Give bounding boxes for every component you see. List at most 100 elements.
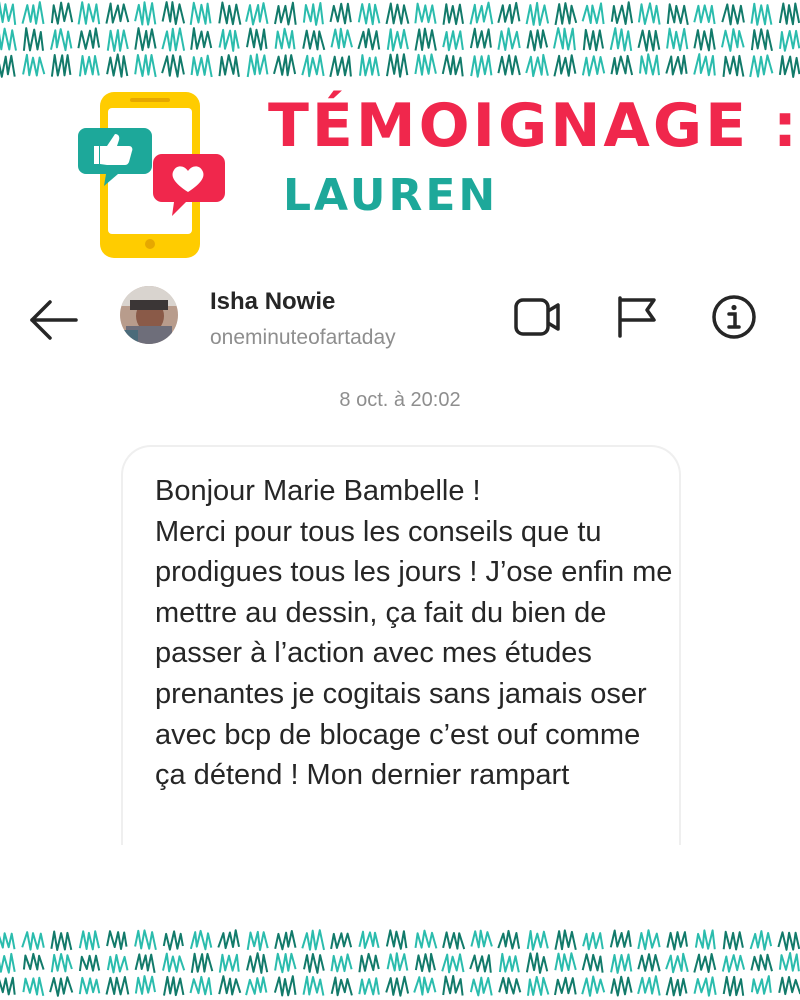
scribble-mark	[217, 929, 240, 950]
pattern-bottom-svg	[0, 929, 800, 997]
scribble-mark	[0, 976, 16, 996]
scribble-mark	[553, 54, 577, 77]
scribble-mark	[665, 54, 688, 76]
scribble-mark	[246, 53, 269, 78]
scribble-mark	[666, 27, 689, 52]
scribble-mark	[330, 932, 353, 950]
scribble-mark	[162, 930, 184, 951]
scribble-mark	[498, 976, 522, 995]
scribble-mark	[78, 930, 100, 951]
scribble-mark	[610, 953, 633, 974]
scribble-mark	[218, 28, 240, 52]
scribble-mark	[750, 953, 773, 972]
scribble-mark	[134, 929, 157, 951]
info-button[interactable]	[708, 294, 760, 340]
scribble-mark	[554, 952, 577, 972]
phone-illustration	[78, 88, 238, 268]
scribble-mark	[694, 929, 716, 950]
scribble-mark	[0, 932, 16, 950]
decorative-pattern-bottom	[0, 928, 800, 1000]
scribble-mark	[610, 975, 633, 997]
scribble-mark	[610, 54, 634, 76]
scribble-mark	[385, 929, 408, 950]
scribble-mark	[386, 53, 409, 78]
avatar[interactable]	[120, 286, 178, 344]
scribble-mark	[497, 27, 521, 51]
scribble-mark	[134, 54, 157, 78]
scribble-mark	[357, 28, 381, 51]
scribble-mark	[693, 4, 716, 25]
scribble-mark	[637, 929, 661, 951]
scribble-mark	[553, 27, 576, 51]
scribble-mark	[470, 54, 493, 78]
scribble-mark	[470, 929, 493, 949]
scribble-mark	[385, 975, 410, 997]
report-button[interactable]	[612, 294, 664, 340]
scribble-mark	[525, 1, 550, 26]
scribble-mark	[778, 2, 800, 26]
page-subtitle: LAUREN	[283, 170, 499, 221]
scribble-mark	[413, 976, 437, 996]
scribble-mark	[105, 976, 130, 996]
scribble-mark	[779, 29, 800, 52]
video-call-button[interactable]	[512, 294, 564, 340]
message-bubble[interactable]: Bonjour Marie Bambelle ! Merci pour tous…	[121, 445, 681, 865]
scribble-mark	[722, 54, 745, 78]
scribble-mark	[554, 976, 577, 996]
scribble-mark	[134, 953, 156, 973]
scribble-mark	[469, 1, 494, 25]
scribble-mark	[218, 953, 240, 973]
scribble-mark	[637, 975, 661, 996]
scribble-mark	[273, 54, 297, 77]
scribble-mark	[778, 952, 800, 972]
decorative-pattern-top	[0, 0, 800, 82]
scribble-mark	[442, 975, 464, 996]
scribble-mark	[21, 931, 45, 951]
scribble-mark	[302, 2, 324, 26]
scribble-mark	[693, 28, 716, 52]
scribble-mark	[609, 27, 633, 52]
scribble-mark	[722, 975, 745, 997]
scribble-mark	[106, 930, 128, 950]
scribble-mark	[414, 27, 437, 51]
scribble-mark	[78, 954, 101, 972]
scribble-mark	[22, 952, 45, 971]
scribble-mark	[414, 2, 437, 24]
scribble-mark	[750, 2, 773, 26]
scribble-mark	[190, 54, 213, 78]
scribble-mark	[303, 953, 325, 974]
scribble-mark	[22, 27, 44, 52]
back-button[interactable]	[28, 298, 80, 342]
scribble-mark	[582, 932, 604, 951]
scribble-mark	[301, 929, 325, 951]
scribble-mark	[693, 53, 716, 77]
scribble-mark	[386, 28, 409, 52]
content-crop-mask	[0, 845, 800, 928]
scribble-mark	[497, 1, 521, 25]
scribble-mark	[106, 29, 129, 52]
scribble-mark	[722, 930, 744, 951]
scribble-mark	[22, 976, 45, 997]
scribble-mark	[414, 53, 437, 76]
scribble-mark	[190, 952, 214, 973]
chat-username[interactable]: Isha Nowie	[210, 288, 335, 316]
scribble-mark	[693, 953, 717, 973]
scribble-mark	[778, 55, 800, 78]
scribble-mark	[414, 929, 438, 949]
scribble-mark	[750, 28, 773, 52]
scribble-mark	[442, 931, 466, 950]
scribble-mark	[161, 1, 186, 26]
scribble-mark	[218, 54, 240, 77]
scribble-mark	[246, 930, 269, 951]
scribble-mark	[218, 975, 242, 996]
scribble-mark	[189, 975, 213, 996]
scribble-mark	[554, 929, 577, 951]
scribble-mark	[469, 954, 492, 973]
scribble-mark	[162, 952, 186, 973]
scribble-mark	[441, 54, 464, 77]
scribble-mark	[721, 954, 746, 973]
scribble-mark	[386, 952, 409, 972]
scribble-mark	[527, 975, 550, 996]
message-text: Bonjour Marie Bambelle ! Merci pour tous…	[155, 475, 673, 792]
scribble-mark	[105, 2, 130, 24]
